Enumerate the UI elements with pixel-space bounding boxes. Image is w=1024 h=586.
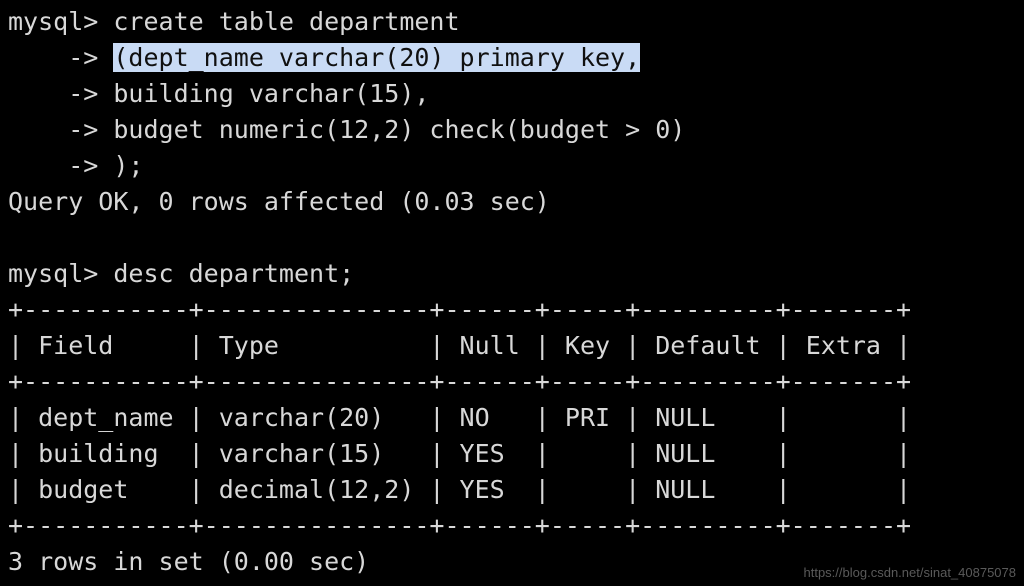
table-header-row: | Field | Type | Null | Key | Default | … — [8, 331, 912, 360]
terminal-line-selected[interactable]: -> (dept_name varchar(20) primary key, — [8, 40, 1024, 76]
table-row: | building | varchar(15) | YES | | NULL … — [8, 439, 912, 468]
table-rule-top: +-----------+---------------+------+----… — [8, 295, 912, 324]
terminal-line: -> building varchar(15), — [8, 79, 430, 108]
terminal-line: mysql> desc department; — [8, 259, 355, 288]
table-rule-header: +-----------+---------------+------+----… — [8, 367, 912, 396]
table-row: | dept_name | varchar(20) | NO | PRI | N… — [8, 403, 912, 432]
table-row: | budget | decimal(12,2) | YES | | NULL … — [8, 475, 912, 504]
terminal-line-result: Query OK, 0 rows affected (0.03 sec) — [8, 187, 550, 216]
terminal-line: mysql> create table department — [8, 7, 460, 36]
watermark: https://blog.csdn.net/sinat_40875078 — [803, 565, 1017, 580]
terminal-line: -> ); — [8, 151, 144, 180]
terminal-line: -> budget numeric(12,2) check(budget > 0… — [8, 115, 686, 144]
terminal-window[interactable]: mysql> create table department -> (dept_… — [0, 0, 1024, 586]
selected-text[interactable]: (dept_name varchar(20) primary key, — [113, 43, 641, 72]
continuation-prompt: -> — [8, 43, 114, 72]
table-rule-bottom: +-----------+---------------+------+----… — [8, 511, 912, 540]
